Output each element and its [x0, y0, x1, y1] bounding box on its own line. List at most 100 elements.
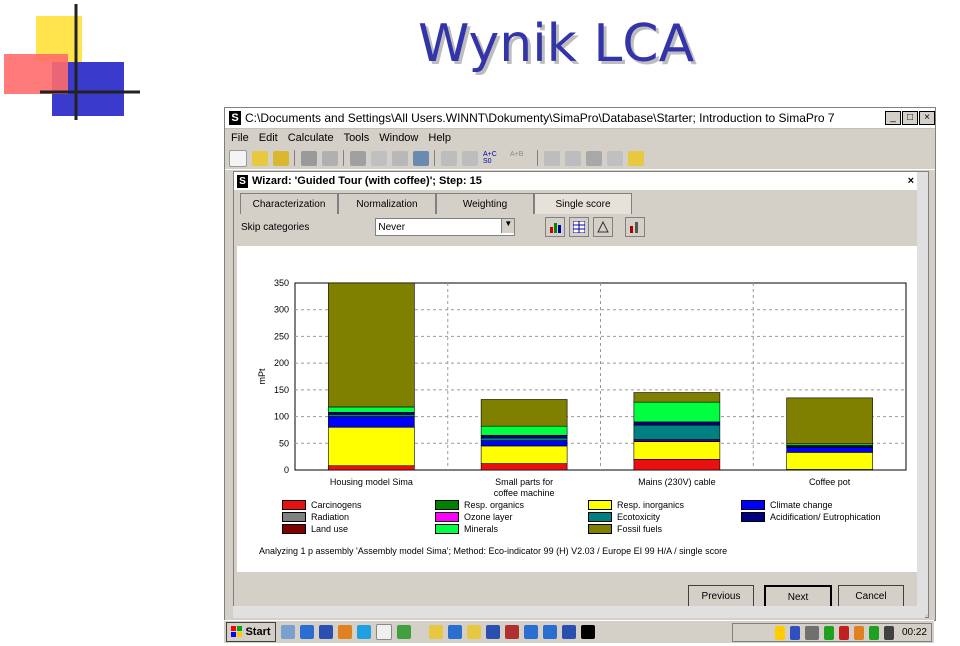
bar-segment	[633, 421, 721, 426]
maximize-button[interactable]: □	[902, 111, 918, 125]
print-icon[interactable]	[322, 150, 338, 166]
tab-normalization[interactable]: Normalization	[338, 193, 436, 214]
paste-icon[interactable]	[392, 150, 408, 166]
recycle-icon[interactable]	[607, 150, 623, 166]
task-ie-icon[interactable]	[448, 625, 462, 639]
skip-categories-select[interactable]: Never ▼	[375, 218, 516, 236]
cut-icon[interactable]	[350, 150, 366, 166]
task-word-icon[interactable]	[562, 625, 576, 639]
open-folder-icon[interactable]	[252, 150, 268, 166]
quicklaunch-word-icon[interactable]	[319, 625, 333, 639]
previous-button[interactable]: Previous	[688, 585, 754, 607]
quicklaunch-notepad-icon[interactable]	[376, 624, 392, 640]
quicklaunch-skype-icon[interactable]	[357, 625, 371, 639]
legend-label: Radiation	[311, 512, 350, 522]
bar-segment	[633, 459, 721, 471]
wizard-titlebar: S Wizard: 'Guided Tour (with coffee)'; S…	[234, 172, 928, 190]
menu-tools[interactable]: Tools	[344, 132, 370, 144]
legend-swatch	[282, 524, 306, 534]
back-icon[interactable]	[462, 150, 478, 166]
wizard-close-icon[interactable]: ×	[908, 175, 914, 187]
simapro-app-icon: S	[237, 174, 248, 188]
legend-label: Resp. inorganics	[617, 500, 685, 510]
bar-segment	[480, 437, 568, 441]
options-row: Skip categories Never ▼	[234, 214, 928, 240]
y-tick-label: 300	[274, 305, 289, 315]
copy-icon[interactable]	[371, 150, 387, 166]
bar-segment	[480, 445, 568, 464]
legend-swatch	[588, 512, 612, 522]
start-button[interactable]: Start	[226, 622, 276, 642]
y-axis-label: mPt	[257, 368, 267, 385]
task-folder-icon[interactable]	[467, 625, 481, 639]
menu-edit[interactable]: Edit	[259, 132, 278, 144]
task-simapro-icon[interactable]	[581, 625, 595, 639]
vertical-scrollbar[interactable]	[917, 172, 928, 614]
tray-triangle-icon[interactable]	[883, 625, 894, 640]
tab-weighting[interactable]: Weighting	[436, 193, 534, 214]
tab-characterization[interactable]: Characterization	[240, 193, 338, 214]
save-icon[interactable]	[301, 150, 317, 166]
legend-swatch	[282, 512, 306, 522]
volume-icon[interactable]	[774, 625, 785, 640]
menu-file[interactable]: File	[231, 132, 249, 144]
chevron-down-icon: ▼	[501, 219, 515, 233]
bar-segment	[633, 441, 721, 460]
tab-single-score[interactable]: Single score	[534, 193, 632, 214]
bar-segment	[480, 440, 568, 447]
axis-view-icon[interactable]	[593, 217, 614, 237]
close-button[interactable]: ×	[919, 111, 935, 125]
slide-title: Wynik LCA	[418, 14, 695, 74]
task-ie-icon[interactable]	[543, 625, 557, 639]
y-tick-label: 50	[279, 438, 289, 448]
search-icon[interactable]	[413, 150, 429, 166]
legend-label: Ozone layer	[464, 512, 513, 522]
legend-swatch	[282, 500, 306, 510]
clock: 00:22	[901, 627, 927, 638]
quicklaunch-sun-icon[interactable]	[338, 625, 352, 639]
start-label: Start	[245, 626, 271, 638]
network-icon[interactable]	[544, 150, 560, 166]
horizontal-scrollbar[interactable]	[233, 606, 925, 618]
legend-label: Land use	[311, 524, 349, 534]
legend-swatch	[435, 512, 459, 522]
bar-chart-view-icon[interactable]	[545, 217, 566, 237]
tree-icon[interactable]	[565, 150, 581, 166]
factory-icon[interactable]	[586, 150, 602, 166]
tray-sun-icon[interactable]	[853, 625, 864, 640]
task-acrobat-icon[interactable]	[505, 625, 519, 639]
menu-help[interactable]: Help	[428, 132, 451, 144]
task-folder-icon[interactable]	[429, 625, 443, 639]
language-icon[interactable]	[804, 625, 819, 640]
minimize-button[interactable]: _	[885, 111, 901, 125]
tray-check-icon[interactable]	[868, 625, 879, 640]
legend-item: Ecotoxicity	[588, 512, 660, 522]
cancel-button[interactable]: Cancel	[838, 585, 904, 607]
forward-icon[interactable]	[441, 150, 457, 166]
legend-swatch	[588, 524, 612, 534]
analyze-icon[interactable]: A+C S0	[483, 151, 505, 166]
bar-segment	[633, 401, 721, 423]
compare-icon[interactable]: A+B	[510, 151, 532, 166]
export-chart-icon[interactable]	[625, 217, 646, 237]
menu-window[interactable]: Window	[379, 132, 418, 144]
legend-item: Land use	[282, 524, 348, 534]
menu-calculate[interactable]: Calculate	[288, 132, 334, 144]
chart-export-icon	[630, 222, 639, 233]
folder-icon[interactable]	[628, 150, 644, 166]
tray-app-icon[interactable]	[838, 625, 849, 640]
quicklaunch-image-icon[interactable]	[397, 625, 411, 639]
open-project-icon[interactable]	[273, 150, 289, 166]
y-tick-label: 200	[274, 358, 289, 368]
legend-label: Minerals	[464, 524, 499, 534]
task-word-icon[interactable]	[486, 625, 500, 639]
quicklaunch-desktop-icon[interactable]	[281, 625, 295, 639]
slide-decoration	[4, 4, 140, 120]
skip-categories-value: Never	[378, 221, 406, 233]
quicklaunch-ie-icon[interactable]	[300, 625, 314, 639]
table-view-icon[interactable]	[569, 217, 590, 237]
task-ie-icon[interactable]	[524, 625, 538, 639]
antivirus-icon[interactable]	[823, 625, 834, 640]
new-file-icon[interactable]	[229, 149, 247, 167]
network-icon[interactable]	[789, 625, 800, 640]
